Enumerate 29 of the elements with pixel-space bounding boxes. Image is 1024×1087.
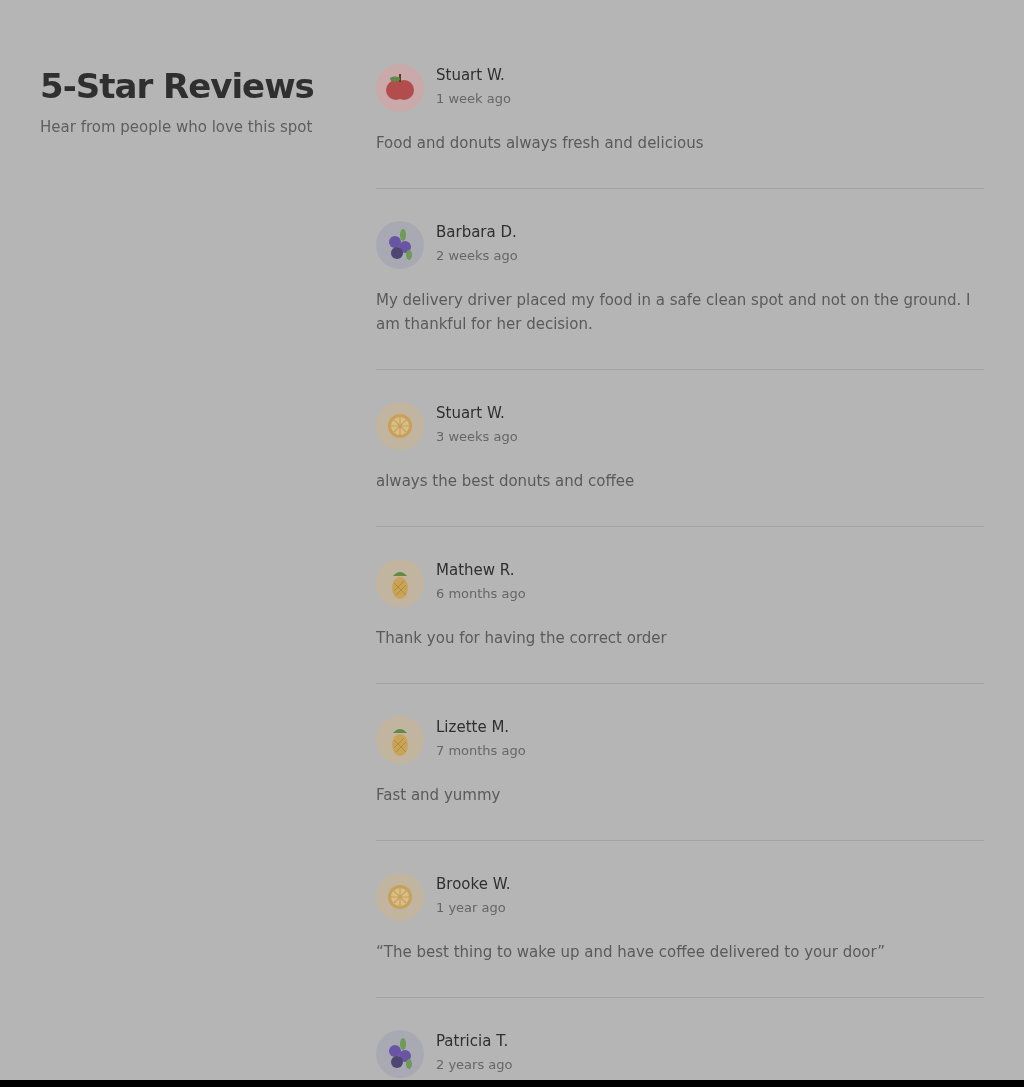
- reviewer-name: Patricia T.: [436, 1031, 509, 1051]
- review-date: 2 years ago: [436, 1056, 513, 1074]
- review-text: “The best thing to wake up and have coffee delivered to your door”: [376, 942, 887, 963]
- review-date: 3 weeks ago: [436, 428, 518, 446]
- review-date: 1 year ago: [436, 899, 506, 917]
- review-date: 6 months ago: [436, 585, 526, 603]
- review-text: My delivery driver placed my food in a safe clean spot and not on the ground. I am thankful for her decision.: [376, 290, 972, 335]
- review-text: Fast and yummy: [376, 785, 502, 806]
- avatar-icon: [376, 873, 424, 921]
- avatar-icon: [376, 716, 424, 764]
- reviewer-name: Lizette M.: [436, 717, 510, 737]
- reviewer-name: Brooke W.: [436, 874, 511, 894]
- review-text: Food and donuts always fresh and delicious: [376, 133, 705, 154]
- avatar-icon: [376, 1030, 424, 1078]
- review-date: 7 months ago: [436, 742, 526, 760]
- reviewer-name: Stuart W.: [436, 403, 505, 423]
- review-text: Thank you for having the correct order: [376, 628, 668, 649]
- reviewer-name: Barbara D.: [436, 222, 517, 242]
- review-date: 2 weeks ago: [436, 247, 518, 265]
- review-text: always the best donuts and coffee: [376, 471, 636, 492]
- avatar-icon: [376, 221, 424, 269]
- reviewer-name: Mathew R.: [436, 560, 515, 580]
- page-title: 5-Star Reviews: [40, 65, 314, 108]
- avatar-icon: [376, 64, 424, 112]
- page-subtitle: Hear from people who love this spot: [40, 118, 313, 136]
- reviewer-name: Stuart W.: [436, 65, 505, 85]
- avatar-icon: [376, 559, 424, 607]
- avatar-icon: [376, 402, 424, 450]
- review-date: 1 week ago: [436, 90, 511, 108]
